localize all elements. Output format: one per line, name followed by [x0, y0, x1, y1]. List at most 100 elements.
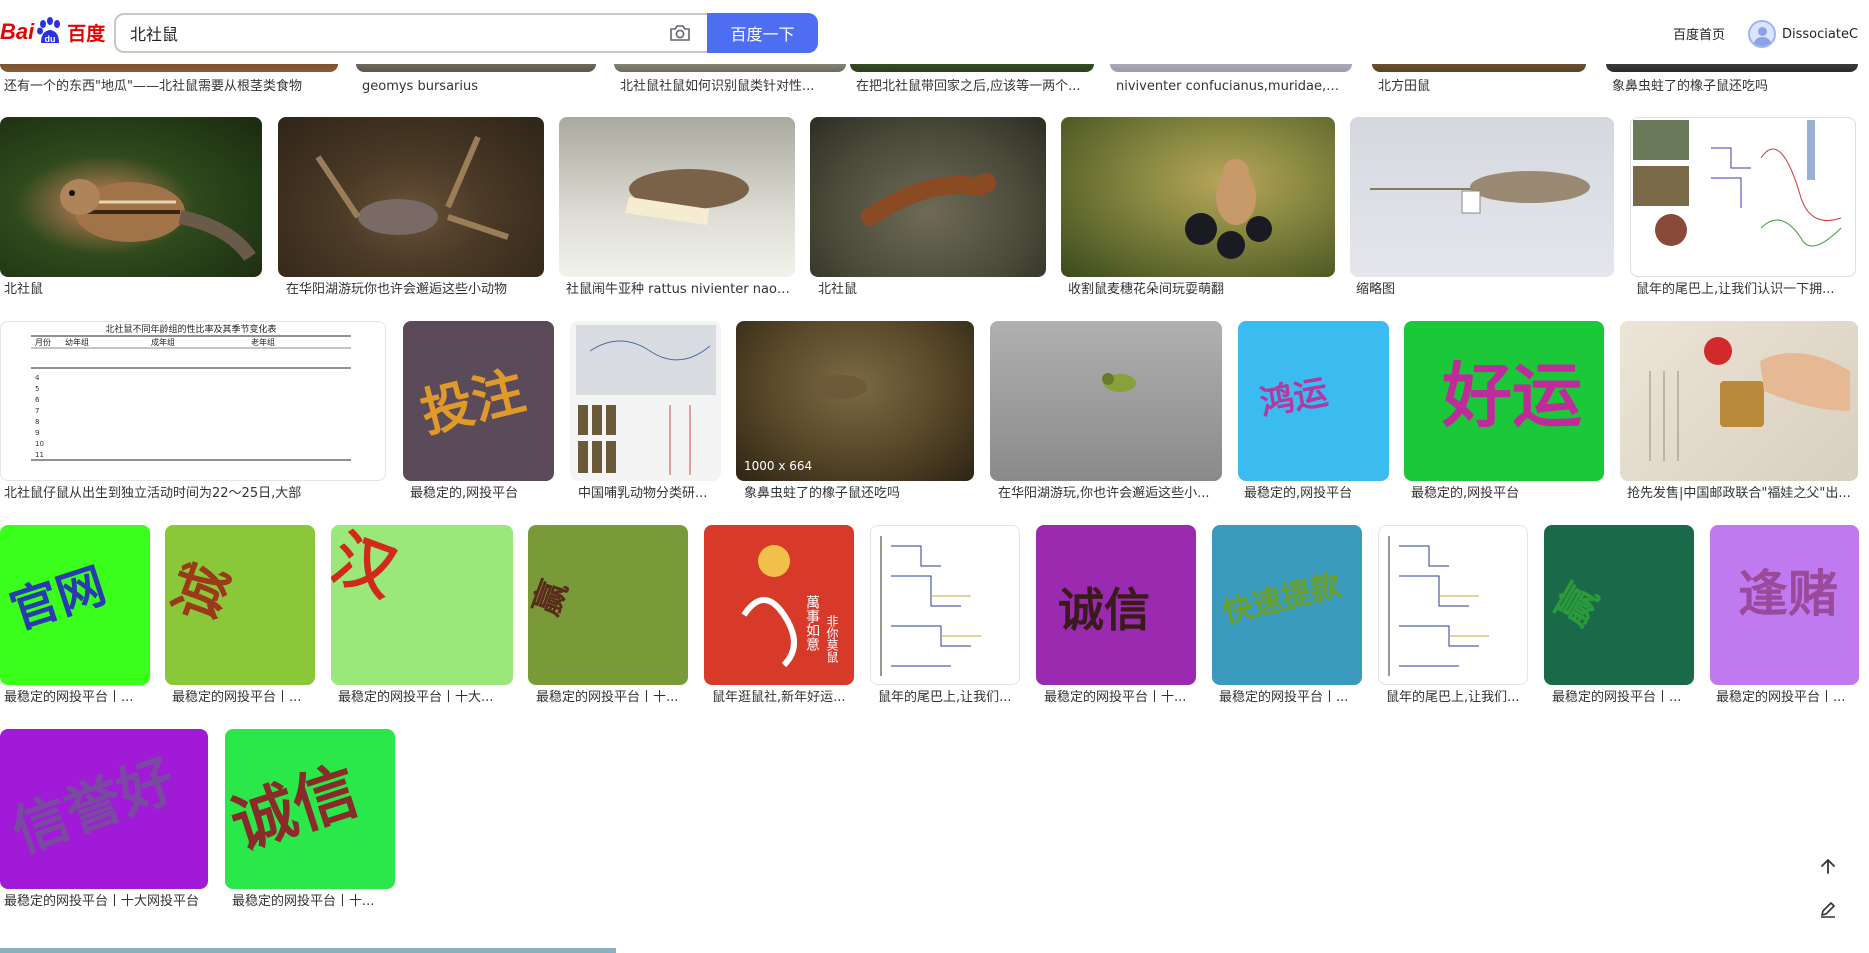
image-caption[interactable]: 最稳定的,网投平台: [410, 486, 554, 502]
data-table-image: 北社鼠不同年龄组的性比率及其季节变化表 月份 幼年组 成年组 老年组 4567 …: [31, 323, 351, 461]
user-menu[interactable]: DissociateC: [1748, 20, 1858, 48]
image-caption[interactable]: 在华阳湖游玩,你也许会邂逅这些小...: [998, 486, 1220, 502]
image-caption[interactable]: 最稳定的网投平台丨...: [4, 690, 144, 706]
image-caption[interactable]: 最稳定的网投平台丨...: [1219, 690, 1361, 706]
image-caption[interactable]: 最稳定的,网投平台: [1411, 486, 1601, 502]
image-result[interactable]: [810, 117, 1046, 277]
user-name[interactable]: DissociateC: [1782, 27, 1858, 42]
image-result[interactable]: [1350, 117, 1614, 277]
image-caption[interactable]: 最稳定的网投平台丨十大网投平台: [4, 894, 208, 910]
poster-word: 诚: [165, 555, 243, 631]
poster-word: 诚信: [1058, 583, 1150, 637]
image-result[interactable]: 北社鼠不同年龄组的性比率及其季节变化表 月份 幼年组 成年组 老年组 4567 …: [0, 321, 386, 481]
image-result[interactable]: [0, 117, 262, 277]
poster-word: 信誉好: [3, 747, 184, 866]
image-caption[interactable]: 鼠年的尾巴上,让我们...: [878, 690, 1018, 706]
image-result[interactable]: 鸿运: [1238, 321, 1389, 481]
image-result[interactable]: 快速提款: [1212, 525, 1362, 685]
image-result[interactable]: 逢赌: [1710, 525, 1859, 685]
svg-text:11: 11: [35, 451, 44, 459]
image-result[interactable]: 诚信: [225, 729, 395, 889]
image-result[interactable]: 诚信: [1036, 525, 1196, 685]
image-caption[interactable]: 还有一个的东西"地瓜"——北社鼠需要从根茎类食物: [4, 79, 334, 95]
image-result[interactable]: [870, 525, 1020, 685]
rat-specimen-photo: [625, 169, 749, 225]
image-caption[interactable]: 抢先发售|中国邮政联合"福娃之父"出...: [1627, 486, 1857, 502]
image-result[interactable]: 投注: [403, 321, 554, 481]
svg-text:成年组: 成年组: [151, 337, 175, 347]
image-caption[interactable]: 象鼻虫蛀了的橡子鼠还吃吗: [744, 486, 972, 502]
horizontal-scrollbar[interactable]: [0, 948, 616, 953]
search-box: [114, 13, 707, 53]
svg-text:7: 7: [35, 407, 39, 415]
poster-word: 鸿运: [1257, 372, 1331, 424]
back-to-top-button[interactable]: [1808, 846, 1848, 886]
svg-text:8: 8: [35, 418, 39, 426]
baidu-logo[interactable]: Bai du 百度: [0, 14, 105, 50]
phylogeny-figure-photo: [1633, 120, 1842, 247]
camera-icon[interactable]: [669, 23, 693, 43]
svg-text:10: 10: [35, 440, 44, 448]
stamp-seal-photo: [1649, 337, 1850, 461]
image-caption[interactable]: 北社鼠: [818, 282, 1044, 298]
image-caption[interactable]: geomys bursarius: [362, 79, 592, 95]
search-button[interactable]: 百度一下: [707, 13, 818, 53]
image-result[interactable]: [1061, 117, 1335, 277]
image-caption[interactable]: 缩略图: [1356, 282, 1610, 298]
image-result[interactable]: 赢: [1544, 525, 1694, 685]
image-caption[interactable]: 最稳定的网投平台丨十大...: [338, 690, 512, 706]
poster-word: 赢: [1548, 576, 1608, 634]
svg-text:老年组: 老年组: [251, 337, 275, 347]
image-caption[interactable]: 最稳定的网投平台丨...: [1716, 690, 1858, 706]
feedback-button[interactable]: [1808, 890, 1848, 930]
image-caption[interactable]: 北方田鼠: [1378, 79, 1582, 95]
baidu-home-link[interactable]: 百度首页: [1673, 24, 1725, 43]
image-result[interactable]: [1620, 321, 1858, 481]
poster-word: 快速提款: [1219, 568, 1345, 632]
image-result[interactable]: 1000 x 664: [736, 321, 974, 481]
search-input[interactable]: [130, 15, 630, 51]
image-caption[interactable]: 最稳定的网投平台丨十...: [1044, 690, 1194, 706]
image-caption[interactable]: 收割鼠麦穗花朵间玩耍萌翻: [1068, 282, 1332, 298]
poster-word: 汉: [331, 525, 406, 611]
rodent-map-figure: [576, 325, 716, 475]
image-result[interactable]: [1378, 525, 1528, 685]
image-caption[interactable]: 中国哺乳动物分类研...: [578, 486, 720, 502]
image-result[interactable]: 赢: [528, 525, 688, 685]
image-caption[interactable]: 最稳定的网投平台丨...: [1552, 690, 1692, 706]
image-caption[interactable]: 最稳定的网投平台丨十...: [232, 894, 392, 910]
image-caption[interactable]: 社鼠闹牛亚种 rattus nivienter naoni...: [566, 282, 792, 298]
bird-on-ground-photo: [1102, 373, 1136, 392]
image-caption[interactable]: 北社鼠仔鼠从出生到独立活动时间为22～25日,大部: [4, 486, 384, 502]
svg-text:9: 9: [35, 429, 39, 437]
image-caption[interactable]: niviventer confucianus,muridae,北社...: [1116, 79, 1348, 95]
phylogenetic-tree-figure: [1388, 536, 1489, 676]
image-result[interactable]: [990, 321, 1222, 481]
image-result[interactable]: [559, 117, 795, 277]
image-result[interactable]: 诚: [165, 525, 315, 685]
image-caption[interactable]: 鼠年逛鼠社,新年好运...: [712, 690, 852, 706]
image-caption[interactable]: 在华阳湖游玩你也许会邂逅这些小动物: [286, 282, 542, 298]
image-caption[interactable]: 最稳定的网投平台丨...: [172, 690, 312, 706]
image-result[interactable]: 汉: [331, 525, 513, 685]
image-result[interactable]: [570, 321, 721, 481]
new-year-card-image: 萬事如意 非你莫鼠: [741, 545, 839, 668]
card-text-2: 非你莫鼠: [825, 615, 839, 663]
image-result[interactable]: 萬事如意 非你莫鼠: [704, 525, 854, 685]
image-caption[interactable]: 象鼻虫蛀了的橡子鼠还吃吗: [1612, 79, 1858, 95]
image-caption[interactable]: 鼠年的尾巴上,让我们...: [1386, 690, 1528, 706]
image-caption[interactable]: 鼠年的尾巴上,让我们认识一下拥...: [1636, 282, 1856, 298]
image-caption[interactable]: 在把北社鼠带回家之后,应该等一两个...: [856, 79, 1090, 95]
svg-text:月份: 月份: [35, 337, 51, 347]
image-result[interactable]: 信誉好: [0, 729, 208, 889]
image-result[interactable]: [278, 117, 544, 277]
image-result[interactable]: 官网: [0, 525, 150, 685]
image-caption[interactable]: 最稳定的网投平台丨十...: [536, 690, 688, 706]
image-caption[interactable]: 北社鼠: [4, 282, 258, 298]
image-result[interactable]: [1630, 117, 1856, 277]
image-caption[interactable]: 北社鼠社鼠如何识别鼠类针对性...: [620, 79, 842, 95]
image-result[interactable]: 好运: [1404, 321, 1604, 481]
image-caption[interactable]: 最稳定的,网投平台: [1244, 486, 1388, 502]
svg-text:5: 5: [35, 385, 39, 393]
avatar[interactable]: [1748, 20, 1776, 48]
